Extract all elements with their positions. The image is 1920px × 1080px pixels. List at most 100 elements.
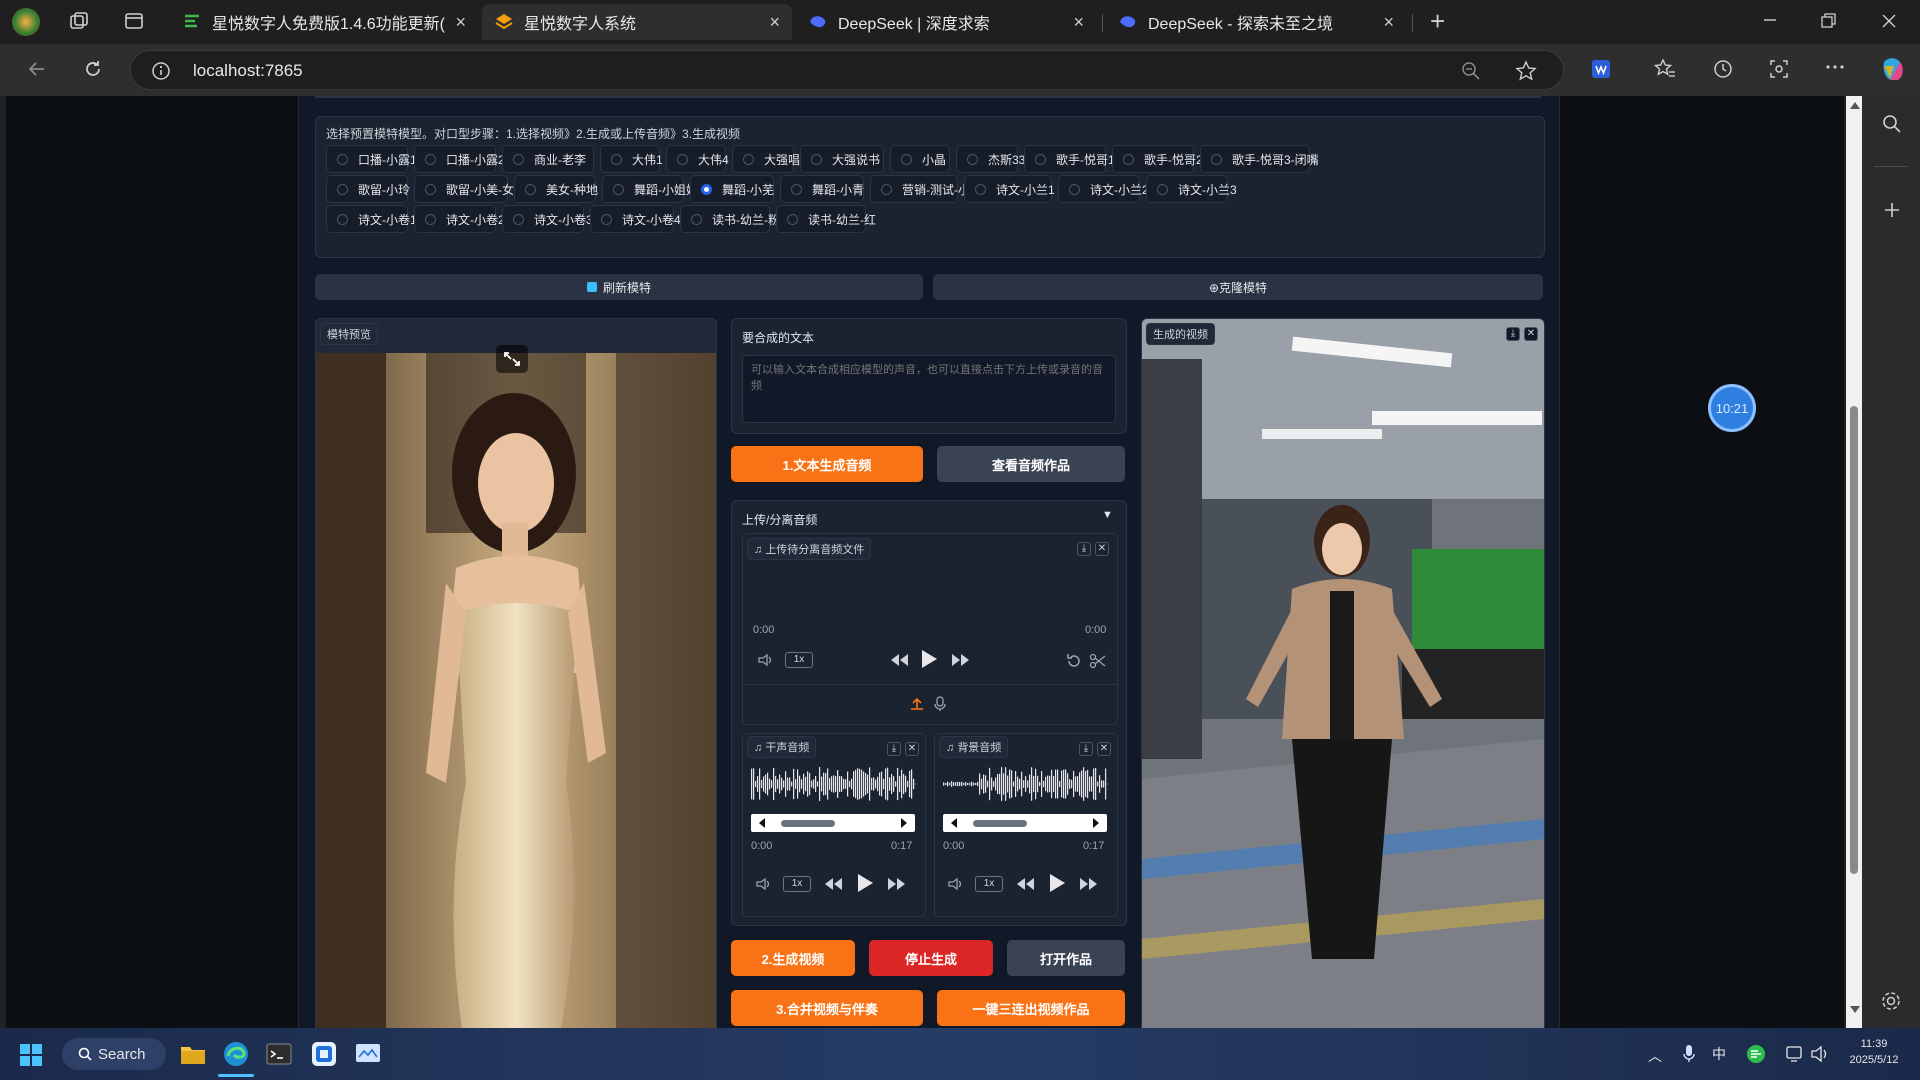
radio-button[interactable] <box>811 153 822 165</box>
fast-forward-icon[interactable] <box>951 652 971 668</box>
fast-forward-icon[interactable] <box>887 876 907 892</box>
model-radio-option[interactable]: 大伟4 <box>666 145 729 173</box>
model-radio-option[interactable]: 商业-老李 <box>502 145 594 173</box>
tab-deepseek-2[interactable]: DeepSeek - 探索未至之境 × <box>1106 4 1406 40</box>
model-radio-option[interactable]: 诗文-小兰3 <box>1146 175 1237 203</box>
radio-button[interactable] <box>513 153 524 165</box>
minimize-icon[interactable] <box>1760 10 1780 30</box>
radio-button[interactable] <box>1069 183 1080 195</box>
model-radio-option[interactable]: 舞蹈-小青 <box>780 175 864 203</box>
model-radio-option[interactable]: 歌留-小美-女 <box>414 175 514 203</box>
tray-network-icon[interactable] <box>1784 1044 1804 1064</box>
view-audio-works-button[interactable]: 查看音频作品 <box>937 446 1125 482</box>
model-radio-option[interactable]: 歌手-悦哥1 <box>1024 145 1115 173</box>
history-icon[interactable] <box>1712 58 1734 80</box>
page-scrollbar[interactable] <box>1846 96 1862 1028</box>
model-radio-option[interactable]: 读书-幼兰-红 <box>776 205 876 233</box>
vocal-waveform[interactable] <box>751 764 917 804</box>
taskbar-search[interactable]: Search <box>62 1038 166 1070</box>
model-radio-option[interactable]: 读书-幼兰-粉 <box>680 205 780 233</box>
volume-icon[interactable] <box>755 876 773 892</box>
vocal-scroll-bar[interactable] <box>751 814 915 832</box>
radio-button[interactable] <box>425 183 436 195</box>
refresh-icon[interactable] <box>82 58 104 80</box>
background-scroll-bar[interactable] <box>943 814 1107 832</box>
new-tab-button[interactable]: + <box>1430 6 1445 37</box>
radio-button[interactable] <box>743 153 754 165</box>
workspaces-icon[interactable] <box>68 10 90 32</box>
close-icon[interactable]: × <box>1073 12 1084 33</box>
stop-generation-button[interactable]: 停止生成 <box>869 940 993 976</box>
refresh-models-button[interactable]: 刷新模特 <box>315 274 923 300</box>
clone-model-button[interactable]: ⊕克隆模特 <box>933 274 1543 300</box>
radio-button[interactable] <box>677 153 688 165</box>
radio-button[interactable] <box>1157 183 1168 195</box>
radio-button[interactable] <box>425 153 436 165</box>
sidebar-search-icon[interactable] <box>1882 114 1902 134</box>
undo-icon[interactable] <box>1065 652 1083 670</box>
radio-button[interactable] <box>975 183 986 195</box>
model-radio-option[interactable]: 诗文-小卷4 <box>590 205 681 233</box>
edge-browser-icon[interactable] <box>222 1040 250 1068</box>
model-radio-option[interactable]: 歌手-悦哥3-闭嘴 <box>1200 145 1319 173</box>
floating-timer[interactable]: 10:21 <box>1708 384 1756 432</box>
scroll-down-arrow[interactable] <box>1850 1006 1860 1013</box>
model-radio-option[interactable]: 营销-测试-小丽 <box>870 175 982 203</box>
model-radio-option[interactable]: 诗文-小卷2 <box>414 205 505 233</box>
model-radio-option[interactable]: 口播-小露1 <box>326 145 417 173</box>
collapse-triangle-icon[interactable]: ▼ <box>1102 509 1113 521</box>
merge-video-button[interactable]: 3.合并视频与伴奏 <box>731 990 923 1026</box>
tab-actions-icon[interactable] <box>124 11 144 31</box>
fullscreen-button[interactable] <box>496 345 528 373</box>
windows-start-icon[interactable] <box>20 1044 42 1066</box>
tab-deepseek-1[interactable]: DeepSeek | 深度求索 × <box>796 4 1096 40</box>
model-radio-option[interactable]: 大强说书 <box>800 145 884 173</box>
radio-button[interactable] <box>901 153 912 165</box>
play-icon[interactable] <box>855 872 875 894</box>
clear-icon[interactable]: ✕ <box>1097 742 1111 756</box>
generate-video-button[interactable]: 2.生成视频 <box>731 940 855 976</box>
generated-video-player[interactable] <box>1142 319 1544 1028</box>
url-bar[interactable]: localhost:7865 <box>130 50 1564 90</box>
open-works-button[interactable]: 打开作品 <box>1007 940 1125 976</box>
radio-button[interactable] <box>611 153 622 165</box>
model-radio-option[interactable]: 小晶 <box>890 145 950 173</box>
radio-button[interactable] <box>881 183 892 195</box>
play-icon[interactable] <box>1047 872 1067 894</box>
model-radio-option[interactable]: 歌留-小玲 <box>326 175 410 203</box>
rewind-icon[interactable] <box>889 652 909 668</box>
url-text[interactable]: localhost:7865 <box>193 61 303 81</box>
sidebar-settings-icon[interactable] <box>1880 990 1902 1012</box>
model-radio-option[interactable]: 大强唱歌 <box>732 145 812 173</box>
restore-icon[interactable] <box>1820 12 1838 30</box>
radio-button[interactable] <box>601 213 612 225</box>
copilot-icon[interactable] <box>1878 56 1906 84</box>
app-icon-blue[interactable] <box>310 1040 338 1068</box>
app-icon-monitor[interactable] <box>354 1042 382 1066</box>
scroll-up-arrow[interactable] <box>1850 102 1860 109</box>
download-icon[interactable]: ⤓ <box>887 742 901 756</box>
radio-button[interactable] <box>337 153 348 165</box>
file-explorer-icon[interactable] <box>180 1042 206 1066</box>
model-radio-option[interactable]: 歌手-悦哥2 <box>1112 145 1203 173</box>
close-icon[interactable]: × <box>455 12 466 33</box>
model-radio-option[interactable]: 诗文-小卷3 <box>502 205 593 233</box>
profile-avatar[interactable] <box>12 8 40 36</box>
radio-button[interactable] <box>1211 153 1222 165</box>
play-icon[interactable] <box>919 648 939 670</box>
playback-speed-button[interactable]: 1x <box>783 876 811 892</box>
screenshot-icon[interactable] <box>1768 58 1790 80</box>
site-info-icon[interactable] <box>151 61 171 81</box>
radio-button[interactable] <box>701 183 712 195</box>
radio-button[interactable] <box>691 213 702 225</box>
model-radio-option[interactable]: 诗文-小兰2 <box>1058 175 1149 203</box>
radio-button[interactable] <box>337 213 348 225</box>
taskbar-clock[interactable]: 11:39 2025/5/12 <box>1838 1036 1910 1068</box>
model-radio-option[interactable]: 杰斯33 <box>956 145 1025 173</box>
tray-volume-icon[interactable] <box>1810 1044 1830 1064</box>
radio-button[interactable] <box>513 213 524 225</box>
radio-button[interactable] <box>337 183 348 195</box>
radio-button[interactable] <box>967 153 978 165</box>
close-icon[interactable]: × <box>1383 12 1394 33</box>
volume-icon[interactable] <box>947 876 965 892</box>
